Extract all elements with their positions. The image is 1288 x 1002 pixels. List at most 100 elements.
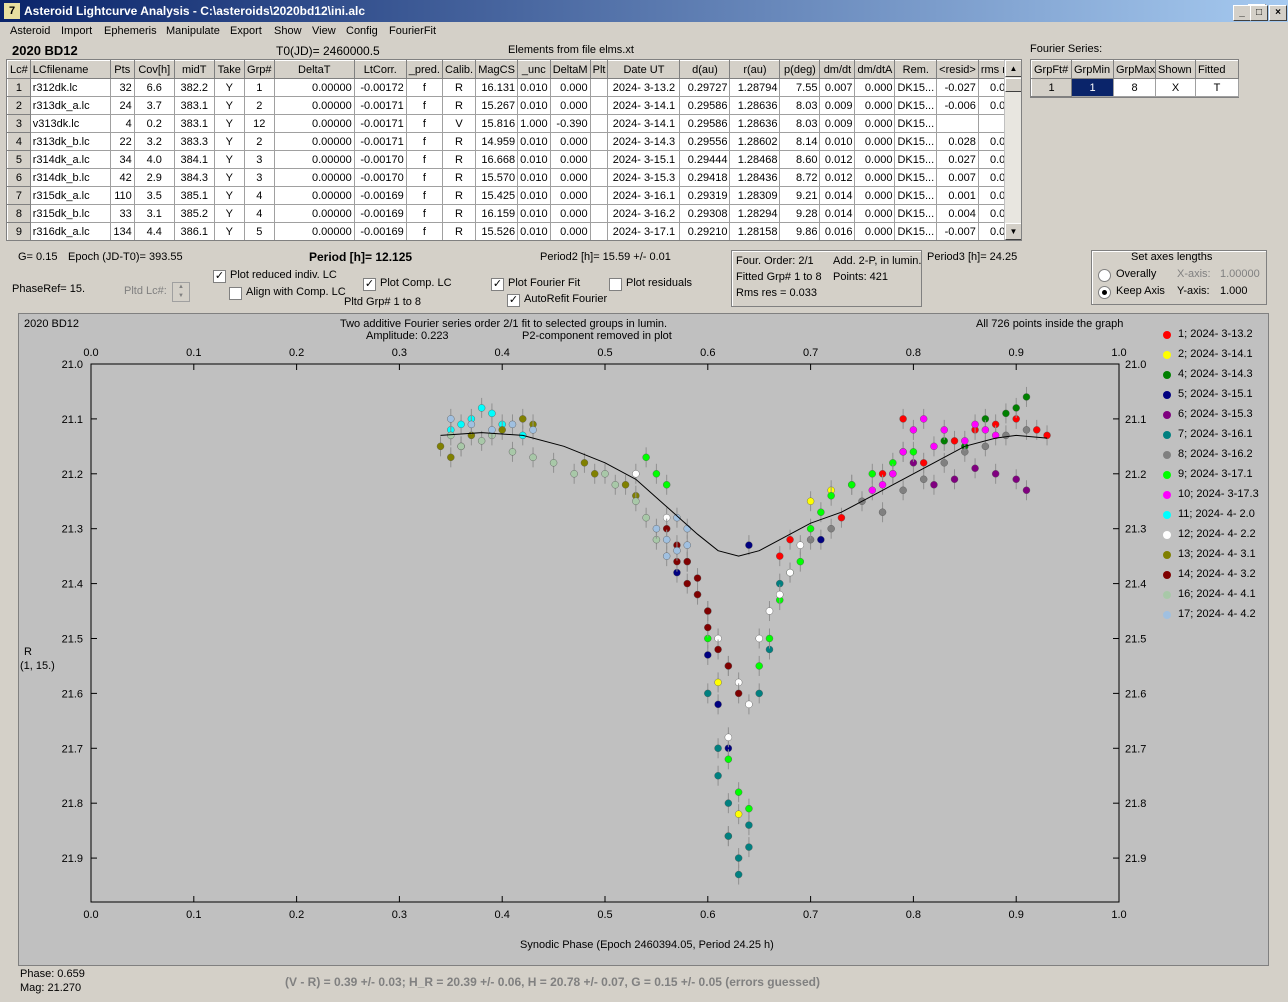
table-cell[interactable]: 0.001 [936, 186, 979, 205]
table-cell[interactable]: -0.00169 [353, 222, 407, 240]
column-header[interactable]: Cov[h] [133, 60, 175, 79]
table-row[interactable]: 9 r316dk_a.lc 134 4.4 386.1 Y 5 0.00000 -0.00169… [7, 222, 1021, 240]
fourier-cell[interactable]: T [1195, 78, 1239, 97]
x-axis-value[interactable]: 1.00000 [1220, 268, 1260, 280]
table-cell[interactable]: 24 [109, 96, 135, 115]
table-cell[interactable]: f [405, 78, 443, 97]
plot-reduced-checkbox[interactable]: ✓ [213, 270, 226, 283]
table-cell[interactable]: 0.010 [517, 222, 551, 240]
column-header[interactable]: d(au) [679, 60, 731, 79]
table-cell[interactable]: 1.28436 [729, 168, 781, 187]
table-cell[interactable]: Y [213, 222, 245, 240]
table-cell[interactable]: 384.1 [173, 150, 215, 169]
table-cell[interactable]: 383.1 [173, 114, 215, 133]
table-cell[interactable]: 0.000 [854, 78, 896, 97]
table-cell[interactable] [589, 204, 609, 223]
table-cell[interactable]: 0.000 [549, 186, 591, 205]
table-cell[interactable]: f [405, 222, 443, 240]
table-cell[interactable]: Y [213, 132, 245, 151]
row-number[interactable]: 6 [7, 168, 31, 187]
table-cell[interactable]: 1.28636 [729, 114, 781, 133]
column-header[interactable]: Grp# [243, 60, 275, 79]
menu-ephemeris[interactable]: Ephemeris [104, 25, 157, 37]
table-cell[interactable]: DK15... [894, 168, 938, 187]
plot-residuals-checkbox[interactable] [609, 278, 622, 291]
column-header[interactable]: Pts [109, 60, 135, 79]
table-cell[interactable]: 1.28468 [729, 150, 781, 169]
table-cell[interactable]: 0.004 [936, 204, 979, 223]
table-cell[interactable]: 0.000 [854, 96, 896, 115]
table-cell[interactable]: 0.000 [854, 204, 896, 223]
table-cell[interactable]: 2024- 3-17.1 [607, 222, 681, 240]
column-header[interactable]: midT [173, 60, 215, 79]
table-cell[interactable]: 7.55 [779, 78, 821, 97]
table-cell[interactable]: f [405, 132, 443, 151]
fourier-column-header[interactable]: Shown [1155, 60, 1196, 79]
table-cell[interactable]: 16.159 [475, 204, 519, 223]
plot-comp-checkbox[interactable]: ✓ [363, 278, 376, 291]
table-cell[interactable]: -0.00169 [353, 186, 407, 205]
plot-fourier-checkbox[interactable]: ✓ [491, 278, 504, 291]
table-cell[interactable]: 4.4 [133, 222, 175, 240]
table-cell[interactable]: 3 [243, 168, 275, 187]
table-cell[interactable]: 0.29210 [679, 222, 731, 240]
table-cell[interactable]: Y [213, 78, 245, 97]
table-cell[interactable]: 8.03 [779, 114, 821, 133]
table-row[interactable]: 1 r312dk.lc 32 6.6 382.2 Y 1 0.00000 -0.00172 f R 1… [7, 78, 1021, 97]
column-header[interactable]: LCfilename [29, 60, 111, 79]
close-button[interactable]: × [1269, 5, 1287, 21]
table-cell[interactable]: 12 [243, 114, 275, 133]
table-cell[interactable]: 0.000 [854, 150, 896, 169]
table-row[interactable]: 2 r313dk_a.lc 24 3.7 383.1 Y 2 0.00000 -0.00171 f… [7, 96, 1021, 115]
table-cell[interactable]: R [441, 150, 477, 169]
table-cell[interactable]: 4 [109, 114, 135, 133]
table-cell[interactable]: 0.007 [936, 168, 979, 187]
table-cell[interactable]: 9.28 [779, 204, 821, 223]
table-row[interactable]: 6 r314dk_b.lc 42 2.9 384.3 Y 3 0.00000 -0.00170 f… [7, 168, 1021, 187]
table-cell[interactable]: 0.010 [517, 204, 551, 223]
table-cell[interactable]: -0.00169 [353, 204, 407, 223]
table-cell[interactable] [589, 132, 609, 151]
table-cell[interactable]: 4 [243, 204, 275, 223]
table-cell[interactable]: 0.010 [517, 150, 551, 169]
table-cell[interactable]: 0.016 [819, 222, 856, 240]
table-cell[interactable]: Y [213, 150, 245, 169]
table-cell[interactable]: 0.00000 [273, 114, 355, 133]
table-cell[interactable]: 1 [243, 78, 275, 97]
menu-show[interactable]: Show [274, 25, 302, 37]
table-cell[interactable]: R [441, 186, 477, 205]
table-cell[interactable]: 2024- 3-13.2 [607, 78, 681, 97]
table-cell[interactable]: -0.390 [549, 114, 591, 133]
table-cell[interactable]: 0.29319 [679, 186, 731, 205]
table-cell[interactable]: 32 [109, 78, 135, 97]
row-number[interactable]: 4 [7, 132, 31, 151]
table-cell[interactable]: 0.29586 [679, 114, 731, 133]
table-cell[interactable]: 0.000 [854, 168, 896, 187]
table-cell[interactable]: r316dk_a.lc [29, 222, 111, 240]
table-cell[interactable]: 15.526 [475, 222, 519, 240]
minimize-button[interactable]: _ [1233, 5, 1251, 21]
table-cell[interactable]: 0.00000 [273, 150, 355, 169]
menu-asteroid[interactable]: Asteroid [10, 25, 50, 37]
table-cell[interactable]: r314dk_b.lc [29, 168, 111, 187]
table-cell[interactable]: 15.267 [475, 96, 519, 115]
table-cell[interactable]: 8.14 [779, 132, 821, 151]
fourier-cell[interactable]: X [1155, 78, 1196, 97]
lightcurve-table[interactable]: Lc# LCfilename Pts Cov[h] midT Take Grp# DeltaT… [6, 59, 1022, 241]
table-cell[interactable]: 0.000 [549, 204, 591, 223]
table-cell[interactable]: r314dk_a.lc [29, 150, 111, 169]
table-cell[interactable]: 382.2 [173, 78, 215, 97]
table-cell[interactable]: 3.7 [133, 96, 175, 115]
table-cell[interactable]: 2.9 [133, 168, 175, 187]
table-row[interactable]: 4 r313dk_b.lc 22 3.2 383.3 Y 2 0.00000 -0.00171 f… [7, 132, 1021, 151]
table-cell[interactable]: 8.03 [779, 96, 821, 115]
autorefit-checkbox[interactable]: ✓ [507, 294, 520, 307]
table-cell[interactable]: 14.959 [475, 132, 519, 151]
menu-fourierfit[interactable]: FourierFit [389, 25, 436, 37]
row-number[interactable]: 8 [7, 204, 31, 223]
column-header[interactable]: DeltaT [273, 60, 355, 79]
row-number[interactable]: 9 [7, 222, 31, 240]
table-cell[interactable]: 3.2 [133, 132, 175, 151]
fourier-cell[interactable]: 1 [1071, 78, 1114, 97]
table-cell[interactable]: 0.00000 [273, 222, 355, 240]
